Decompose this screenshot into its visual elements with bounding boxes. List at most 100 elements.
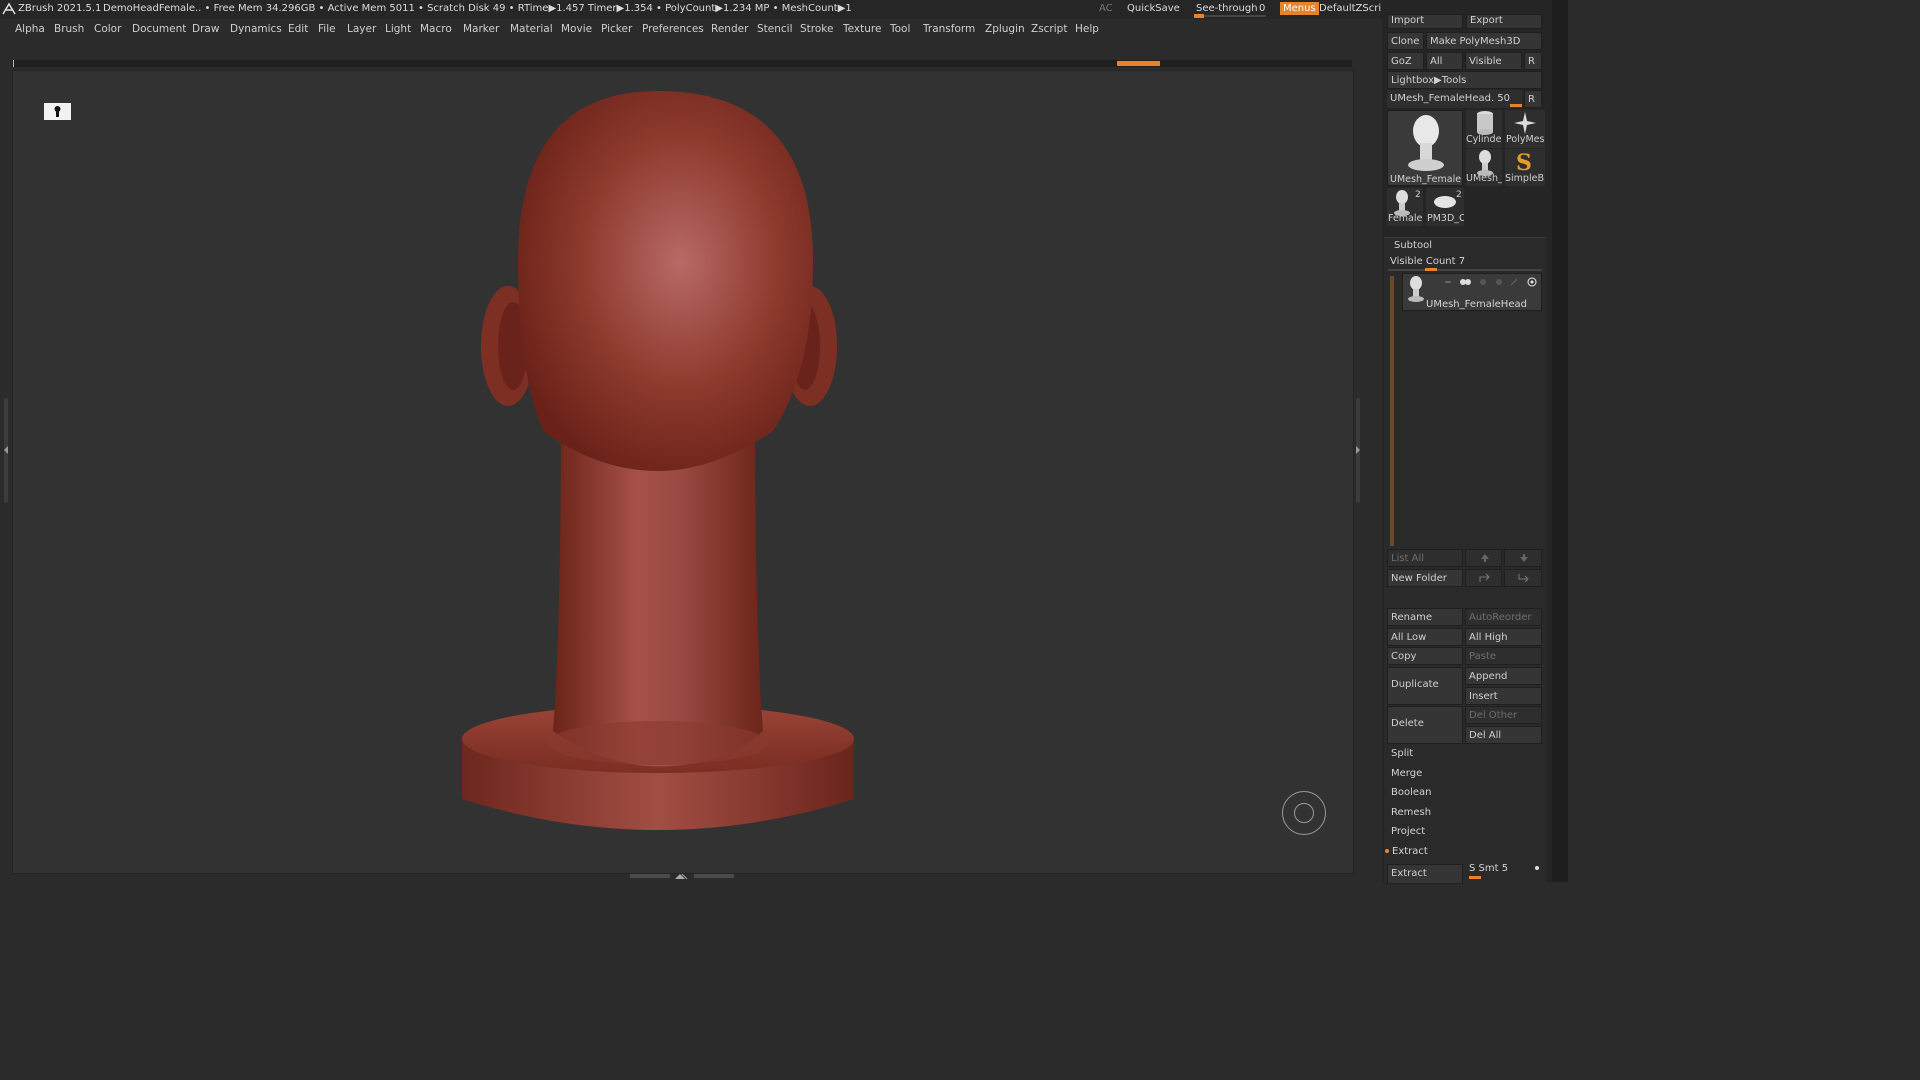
extract-section[interactable]: Extract [1385,846,1428,857]
right-arrow-icon[interactable] [1355,445,1361,458]
goz-visible-button[interactable]: Visible [1465,52,1522,70]
menu-transform[interactable]: Transform [923,23,975,35]
new-folder-button[interactable]: New Folder [1387,569,1463,587]
quicksave-button[interactable]: QuickSave [1127,3,1180,14]
rename-button[interactable]: Rename [1387,608,1463,626]
current-tool-slider[interactable]: UMesh_FemaleHead. 50 [1387,90,1522,108]
menu-tool[interactable]: Tool [890,23,910,35]
clone-button[interactable]: Clone [1387,32,1424,50]
visible-count-slider[interactable]: Visible Count 7 [1390,256,1465,267]
menu-render[interactable]: Render [711,23,748,35]
subtool-title[interactable]: Subtool [1394,240,1432,251]
bottom-handle-left[interactable] [630,874,670,878]
s-smt-dot-icon [1535,866,1539,870]
export-button[interactable]: Export [1466,14,1542,29]
duplicate-button[interactable]: Duplicate [1387,667,1463,705]
boolean-section[interactable]: Boolean [1391,787,1432,798]
subtool-item-icons[interactable] [1443,276,1539,288]
ac-label[interactable]: AC [1099,3,1113,14]
menu-draw[interactable]: Draw [192,23,219,35]
all-high-button[interactable]: All High [1465,628,1542,646]
subtool-list-scrollbar[interactable] [1390,276,1394,546]
menu-edit[interactable]: Edit [288,23,308,35]
import-button[interactable]: Import [1387,14,1463,29]
menu-picker[interactable]: Picker [601,23,632,35]
navigation-gizmo[interactable] [1282,791,1326,835]
menu-stroke[interactable]: Stroke [800,23,833,35]
menu-dynamics[interactable]: Dynamics [230,23,282,35]
subtool-item[interactable]: UMesh_FemaleHead [1402,273,1542,311]
tray-scrollbar[interactable] [1552,0,1568,882]
folder-out-button[interactable] [1465,569,1502,587]
lightbox-tools-button[interactable]: Lightbox▶Tools [1387,71,1542,89]
del-other-button[interactable]: Del Other [1465,706,1542,724]
s-smt-slider[interactable]: S Smt 5 [1469,863,1508,874]
see-through-slider-thumb[interactable] [1194,14,1204,18]
current-tool-slider-thumb[interactable] [1510,104,1522,107]
delete-button[interactable]: Delete [1387,706,1463,744]
menu-light[interactable]: Light [385,23,411,35]
move-up-button[interactable] [1465,549,1502,567]
remesh-section[interactable]: Remesh [1391,807,1431,818]
menu-file[interactable]: File [318,23,336,35]
subtool-item-name: UMesh_FemaleHead [1426,299,1527,310]
current-tool-r-button[interactable]: R [1524,90,1542,108]
timeline-marker[interactable] [1117,61,1160,66]
del-all-button[interactable]: Del All [1465,726,1542,744]
menu-zplugin[interactable]: Zplugin [985,23,1025,35]
menu-preferences[interactable]: Preferences [642,23,704,35]
menu-brush[interactable]: Brush [54,23,84,35]
tool-thumb-umesh[interactable]: UMesh_ [1466,149,1502,186]
menu-marker[interactable]: Marker [463,23,499,35]
bottom-toggle-icon[interactable] [674,872,690,883]
menu-zscript[interactable]: Zscript [1031,23,1067,35]
s-smt-slider-thumb[interactable] [1469,876,1481,879]
tool-thumb-pm3d[interactable]: 2 PM3D_C [1426,188,1464,226]
make-polymesh-button[interactable]: Make PolyMesh3D [1426,32,1542,50]
menus-button[interactable]: Menus [1280,2,1319,15]
see-through-slider[interactable] [1194,15,1266,17]
left-arrow-icon[interactable] [3,445,9,458]
paste-button[interactable]: Paste [1465,647,1542,665]
default-zscript-button[interactable]: DefaultZScript [1319,3,1391,14]
menu-texture[interactable]: Texture [843,23,881,35]
move-down-button[interactable] [1504,549,1542,567]
head-model[interactable] [13,71,1353,873]
append-button[interactable]: Append [1465,667,1542,685]
tool-thumb-polymesh[interactable]: PolyMes [1505,110,1545,148]
all-low-button[interactable]: All Low [1387,628,1463,646]
tool-thumb-femalehead[interactable]: 2 FemaleH [1387,188,1423,226]
project-section[interactable]: Project [1391,826,1425,837]
goz-all-button[interactable]: All [1426,52,1463,70]
split-section[interactable]: Split [1391,748,1413,759]
canvas-viewport[interactable] [12,70,1354,874]
tool-thumb-umesh-female[interactable]: UMesh_FemaleH [1387,110,1463,186]
tool-thumb-cylinder[interactable]: Cylinder [1466,110,1502,148]
tool-badge: 2 [1456,190,1462,200]
menu-document[interactable]: Document [132,23,186,35]
goz-button[interactable]: GoZ [1387,52,1424,70]
list-all-button[interactable]: List All [1387,549,1463,567]
menu-help[interactable]: Help [1075,23,1099,35]
menu-movie[interactable]: Movie [561,23,592,35]
bottom-handle-right[interactable] [694,874,734,878]
extract-button[interactable]: Extract [1387,864,1463,884]
menu-macro[interactable]: Macro [420,23,452,35]
copy-button[interactable]: Copy [1387,647,1463,665]
menu-color[interactable]: Color [94,23,121,35]
see-through-label[interactable]: See-through [1196,3,1258,14]
extract-section-label: Extract [1392,846,1428,857]
insert-button[interactable]: Insert [1465,687,1542,705]
autoreorder-button[interactable]: AutoReorder [1465,608,1542,626]
visible-count-thumb[interactable] [1425,268,1437,271]
menu-stencil[interactable]: Stencil [757,23,793,35]
merge-section[interactable]: Merge [1391,768,1422,779]
goz-r-button[interactable]: R [1524,52,1542,70]
folder-in-button[interactable] [1504,569,1542,587]
menu-material[interactable]: Material [510,23,553,35]
star-icon [1514,112,1536,134]
menu-layer[interactable]: Layer [347,23,376,35]
tool-thumb-simplebrush[interactable]: S SimpleB [1505,149,1545,186]
menu-alpha[interactable]: Alpha [15,23,45,35]
visible-count-track[interactable] [1388,269,1542,271]
